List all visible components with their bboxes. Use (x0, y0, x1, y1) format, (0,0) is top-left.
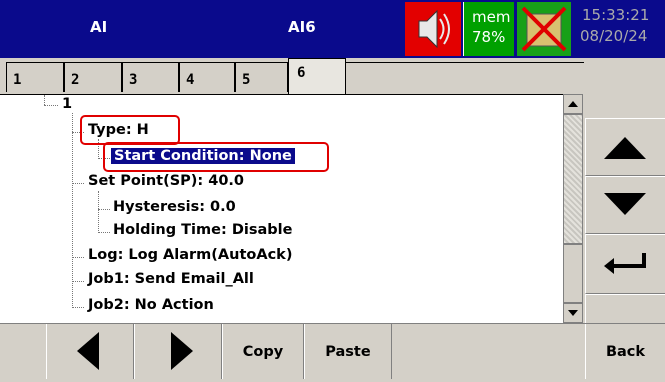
memory-indicator: mem 78% (463, 2, 514, 56)
tree-connector (44, 105, 58, 106)
time-display: 15:33:21 (582, 6, 650, 24)
tab-label: 6 (297, 65, 306, 81)
left-triangle-icon (77, 332, 99, 370)
scroll-up-icon (568, 101, 578, 107)
down-button[interactable] (585, 176, 665, 234)
tree-node-root[interactable]: 1 (62, 96, 72, 112)
tab-4[interactable]: 4 (179, 62, 235, 92)
triangle-up-icon (604, 137, 646, 159)
tree-node-set-point[interactable]: Set Point(SP): 40.0 (88, 173, 244, 189)
tab-2[interactable]: 2 (64, 62, 122, 92)
tree-node-log[interactable]: Log: Log Alarm(AutoAck) (88, 247, 292, 263)
memory-label: mem (472, 8, 511, 26)
right-triangle-icon (171, 332, 193, 370)
paste-button-label: Paste (325, 344, 371, 360)
tab-label: 5 (242, 72, 251, 88)
next-button[interactable] (134, 324, 222, 379)
tab-1[interactable]: 1 (6, 62, 64, 92)
tree-connector (98, 209, 110, 210)
back-button[interactable]: Back (585, 324, 665, 379)
right-panel-blank-lower (585, 294, 665, 323)
tree-node-hysteresis[interactable]: Hysteresis: 0.0 (113, 199, 236, 215)
tab-3[interactable]: 3 (122, 62, 179, 92)
header-title-right: AI6 (288, 18, 316, 36)
paste-button[interactable]: Paste (304, 324, 392, 379)
tree-node-holding-time[interactable]: Holding Time: Disable (113, 222, 292, 238)
tab-6[interactable]: 6 (288, 58, 346, 94)
tab-label: 2 (71, 72, 80, 88)
tree-node-job1[interactable]: Job1: Send Email_All (88, 271, 254, 287)
tree-connector (72, 307, 84, 308)
tree-connector (72, 281, 84, 282)
tree-connector (72, 113, 73, 308)
tab-label: 1 (13, 72, 22, 88)
scroll-down-button[interactable] (563, 303, 583, 323)
alarm-tree: 1 Type: H Start Condition: None Set Poin… (0, 94, 563, 324)
scroll-down-icon (568, 310, 578, 316)
tab-strip: 1 2 3 4 5 6 (0, 58, 584, 94)
tree-connector (72, 257, 84, 258)
enter-arrow-icon (604, 253, 646, 274)
back-button-label: Back (605, 344, 646, 360)
tab-strip-fill (346, 62, 584, 92)
tree-connector (44, 95, 45, 105)
highlight-box-start-condition (103, 142, 329, 172)
highlight-box-type (80, 115, 180, 145)
tree-connector (98, 191, 99, 233)
scrollbar-thumb[interactable] (563, 244, 583, 303)
copy-button-label: Copy (242, 344, 284, 360)
header-title-left: AI (90, 18, 108, 36)
scroll-up-button[interactable] (563, 94, 583, 114)
tree-connector (98, 232, 110, 233)
clock: 15:33:21 08/20/24 (576, 2, 665, 56)
tab-label: 3 (129, 72, 138, 88)
enter-button[interactable] (585, 234, 665, 294)
scrollbar-track[interactable] (563, 114, 583, 244)
up-button[interactable] (585, 118, 665, 176)
tree-connector (72, 183, 84, 184)
triangle-down-icon (604, 193, 646, 215)
vertical-scrollbar[interactable] (563, 94, 583, 323)
right-panel-blank (585, 58, 665, 118)
prev-button[interactable] (46, 324, 134, 379)
tab-label: 4 (186, 72, 195, 88)
tab-5[interactable]: 5 (235, 62, 288, 92)
copy-button[interactable]: Copy (222, 324, 304, 379)
header-bar: AI AI6 mem 78% 15:33:21 08/20/24 (0, 0, 665, 58)
speaker-icon[interactable] (405, 2, 461, 56)
memory-value: 78% (472, 28, 506, 46)
tree-node-job2[interactable]: Job2: No Action (88, 297, 214, 313)
crossed-out-icon[interactable] (517, 2, 571, 56)
date-display: 08/20/24 (580, 27, 648, 45)
